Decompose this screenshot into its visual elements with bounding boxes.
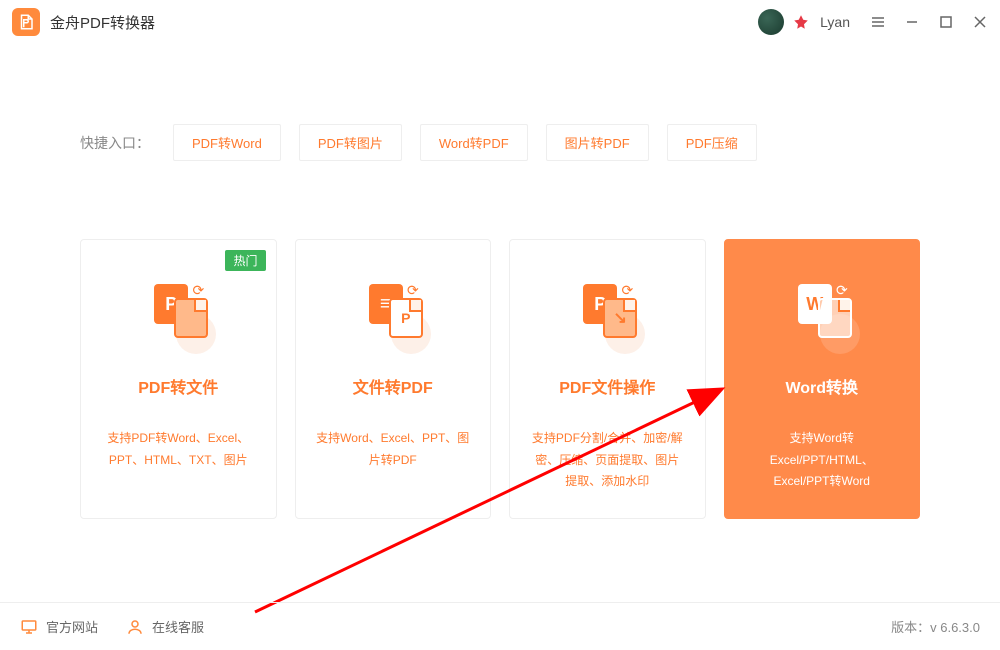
- convert-arrow-icon: ⟳: [193, 282, 205, 299]
- feature-cards: 热门 P ⟳ PDF转文件 支持PDF转Word、Excel、PPT、HTML、…: [0, 161, 1000, 519]
- titlebar: 金舟PDF转换器 Lyan: [0, 0, 1000, 44]
- file-icon: [818, 298, 852, 338]
- quick-pdf-compress[interactable]: PDF压缩: [667, 124, 757, 161]
- card-title: Word转换: [739, 374, 906, 398]
- quick-pdf-to-word[interactable]: PDF转Word: [173, 124, 281, 161]
- convert-arrow-icon: ⟳: [836, 282, 848, 299]
- menu-icon[interactable]: [870, 14, 886, 30]
- quick-label: 快捷入口：: [80, 133, 150, 153]
- version-text: 版本：v 6.6.3.0: [891, 617, 980, 636]
- card-icon: ≡ P ⟳: [310, 270, 477, 350]
- quick-entry: 快捷入口： PDF转Word PDF转图片 Word转PDF 图片转PDF PD…: [0, 44, 1000, 161]
- card-desc: 支持Word、Excel、PPT、图片转PDF: [310, 428, 477, 471]
- doc-p-small-icon: P: [389, 298, 423, 338]
- hot-badge: 热门: [225, 250, 265, 271]
- support-label: 在线客服: [152, 617, 204, 636]
- card-file-to-pdf[interactable]: ≡ P ⟳ 文件转PDF 支持Word、Excel、PPT、图片转PDF: [295, 239, 492, 519]
- minimize-icon[interactable]: [904, 14, 920, 30]
- card-icon: P ↘ ⟳: [524, 270, 691, 350]
- close-icon[interactable]: [972, 14, 988, 30]
- official-label: 官方网站: [46, 617, 98, 636]
- card-title: PDF文件操作: [524, 374, 691, 398]
- footer: 官方网站 在线客服 版本：v 6.6.3.0: [0, 602, 1000, 650]
- maximize-icon[interactable]: [938, 14, 954, 30]
- app-logo: [12, 8, 40, 36]
- username[interactable]: Lyan: [820, 14, 850, 30]
- user-avatar[interactable]: [758, 9, 784, 35]
- vip-icon: [792, 13, 810, 31]
- quick-image-to-pdf[interactable]: 图片转PDF: [546, 124, 649, 161]
- card-title: 文件转PDF: [310, 374, 477, 398]
- card-desc: 支持Word转Excel/PPT/HTML、Excel/PPT转Word: [739, 428, 906, 493]
- card-desc: 支持PDF转Word、Excel、PPT、HTML、TXT、图片: [95, 428, 262, 471]
- app-title: 金舟PDF转换器: [50, 12, 155, 33]
- support-icon: [126, 618, 144, 636]
- official-site-link[interactable]: 官方网站: [20, 617, 98, 636]
- card-word-convert[interactable]: W ⟳ Word转换 支持Word转Excel/PPT/HTML、Excel/P…: [724, 239, 921, 519]
- card-icon: P ⟳: [95, 270, 262, 350]
- card-desc: 支持PDF分割/合并、加密/解密、压缩、页面提取、图片提取、添加水印: [524, 428, 691, 493]
- ops-icon: ↘: [603, 298, 637, 338]
- support-link[interactable]: 在线客服: [126, 617, 204, 636]
- quick-pdf-to-image[interactable]: PDF转图片: [299, 124, 402, 161]
- card-pdf-operations[interactable]: P ↘ ⟳ PDF文件操作 支持PDF分割/合并、加密/解密、压缩、页面提取、图…: [509, 239, 706, 519]
- monitor-icon: [20, 618, 38, 636]
- convert-arrow-icon: ⟳: [622, 282, 634, 299]
- quick-word-to-pdf[interactable]: Word转PDF: [420, 124, 528, 161]
- window-controls: [870, 14, 988, 30]
- card-icon: W ⟳: [739, 270, 906, 350]
- card-title: PDF转文件: [95, 374, 262, 398]
- file-icon: [174, 298, 208, 338]
- card-pdf-to-file[interactable]: 热门 P ⟳ PDF转文件 支持PDF转Word、Excel、PPT、HTML、…: [80, 239, 277, 519]
- convert-arrow-icon: ⟳: [407, 282, 419, 299]
